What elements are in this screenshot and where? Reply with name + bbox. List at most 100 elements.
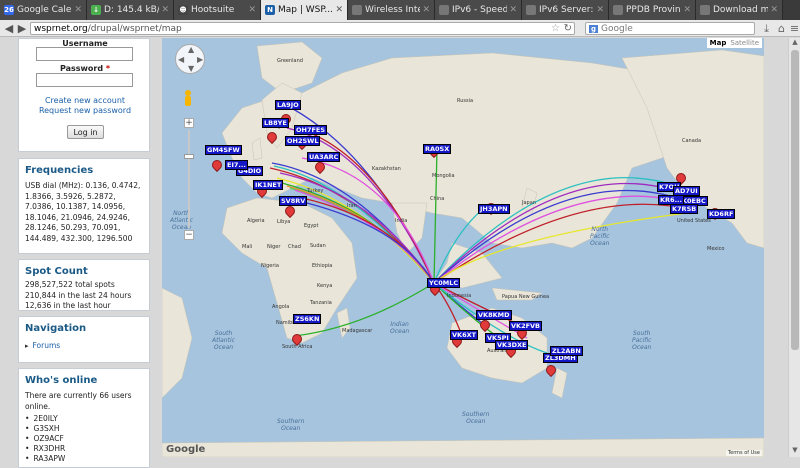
username-input[interactable] <box>36 47 133 61</box>
country-label: Kazakhstan <box>372 166 401 172</box>
country-label: Niger <box>267 244 281 250</box>
station-label[interactable]: KR6... <box>658 195 684 205</box>
tab-title: IPv6 Server: W... <box>539 5 594 15</box>
station-marker[interactable] <box>285 206 293 214</box>
online-user[interactable]: RX3DHR <box>25 444 143 454</box>
google-logo: Google <box>166 444 206 455</box>
station-label[interactable]: VK3DXE <box>495 340 529 350</box>
terms-of-use-link[interactable]: Terms of Use <box>725 450 762 456</box>
country-label: Tanzania <box>310 300 332 306</box>
station-label[interactable]: UA3ARC <box>307 152 341 162</box>
scrollbar-thumb[interactable] <box>791 50 799 350</box>
reload-icon[interactable]: ↻ <box>564 23 572 34</box>
tab-ipv6-speedy[interactable]: IPv6 - Speedy... ✕ <box>435 0 522 20</box>
tab-download-mu[interactable]: Download mu... ✕ <box>696 0 783 20</box>
station-marker[interactable] <box>267 132 275 140</box>
station-label[interactable]: LA9JO <box>275 100 301 110</box>
station-marker[interactable] <box>480 320 488 328</box>
back-icon[interactable]: ◀ <box>2 22 16 35</box>
address-bar[interactable]: wsprnet.org/drupal/wsprnet/map ☆ ↻ <box>30 22 575 35</box>
close-icon[interactable]: ✕ <box>248 5 256 15</box>
station-label[interactable]: LB8YE <box>262 118 289 128</box>
pan-control[interactable]: ▲ ▼ ◀ ▶ <box>175 44 205 74</box>
tab-title: Google Calendar <box>17 5 72 15</box>
station-label[interactable]: GM4SFW <box>205 145 242 155</box>
close-icon[interactable]: ✕ <box>335 5 343 15</box>
create-account-link[interactable]: Create new account <box>19 96 151 105</box>
station-label-center[interactable]: YC0MLC <box>427 278 461 288</box>
map-type-control[interactable]: Map Satellite <box>706 38 762 48</box>
pan-left-icon[interactable]: ◀ <box>178 55 184 64</box>
street-view-pegman-icon[interactable] <box>184 90 192 108</box>
tab-ppdb[interactable]: PPDB Provinsi... ✕ <box>609 0 696 20</box>
country-label: Papua New Guinea <box>502 294 550 300</box>
search-box[interactable]: g Google <box>585 22 755 35</box>
zoom-slider-thumb[interactable] <box>184 154 194 159</box>
station-label[interactable]: OH2SWL <box>285 136 321 146</box>
tab-wireless[interactable]: Wireless Inter... ✕ <box>348 0 435 20</box>
tab-ipv6-server[interactable]: IPv6 Server: W... ✕ <box>522 0 609 20</box>
scroll-up-icon[interactable]: ▲ <box>790 38 800 48</box>
request-password-link[interactable]: Request new password <box>19 106 151 115</box>
station-label[interactable]: SV8RV <box>279 196 308 206</box>
pan-right-icon[interactable]: ▶ <box>197 55 203 64</box>
station-label[interactable]: OH7FES <box>294 125 328 135</box>
bookmark-star-icon[interactable]: ☆ <box>551 23 560 34</box>
station-marker[interactable] <box>546 365 554 373</box>
navigation-title: Navigation <box>25 323 87 334</box>
propagation-map[interactable]: North Atlantic Ocean South Atlantic Ocea… <box>162 38 764 457</box>
station-label[interactable]: JH3APN <box>478 204 510 214</box>
close-icon[interactable]: ✕ <box>770 5 778 15</box>
online-user[interactable]: 2E0ILY <box>25 414 143 424</box>
scroll-down-icon[interactable]: ▼ <box>790 446 800 456</box>
tab-wsprnet-map[interactable]: N Map | WSP... ✕ <box>261 0 348 20</box>
close-icon[interactable]: ✕ <box>596 5 604 15</box>
station-label[interactable]: ZL2ABN <box>550 346 583 356</box>
zoom-in-icon[interactable]: + <box>184 118 194 128</box>
menu-icon[interactable]: ≡ <box>788 22 800 35</box>
zoom-out-icon[interactable]: − <box>184 230 194 240</box>
pan-up-icon[interactable]: ▲ <box>188 45 194 54</box>
country-label: Iran <box>347 203 357 209</box>
sidebar: Username Password * Create new account R… <box>18 38 151 468</box>
maptype-satellite[interactable]: Satellite <box>730 39 759 47</box>
station-label[interactable]: IK1NET <box>253 180 284 190</box>
close-icon[interactable]: ✕ <box>74 5 82 15</box>
password-input[interactable] <box>36 73 133 87</box>
country-label: Mexico <box>707 246 725 252</box>
forums-link[interactable]: Forums <box>19 337 149 354</box>
station-marker[interactable] <box>292 334 300 342</box>
station-label[interactable]: K7RSB <box>670 204 699 214</box>
station-label[interactable]: KD6RF <box>707 209 736 219</box>
close-icon[interactable]: ✕ <box>422 5 430 15</box>
country-label: United States <box>677 218 711 224</box>
online-user[interactable]: G3SXH <box>25 424 143 434</box>
station-label[interactable]: RA0SX <box>423 144 452 154</box>
close-icon[interactable]: ✕ <box>161 5 169 15</box>
station-marker[interactable] <box>212 160 220 168</box>
tab-google-calendar[interactable]: 26 Google Calendar ✕ <box>0 0 87 20</box>
online-user[interactable]: RA3APW <box>25 454 143 464</box>
station-marker[interactable] <box>676 173 684 181</box>
close-icon[interactable]: ✕ <box>683 5 691 15</box>
page-icon <box>526 5 536 15</box>
station-label[interactable]: VK8KMD <box>476 310 512 320</box>
online-user[interactable]: OZ9ACF <box>25 434 143 444</box>
forward-icon[interactable]: ▶ <box>15 22 29 35</box>
login-button[interactable]: Log in <box>67 125 104 139</box>
close-icon[interactable]: ✕ <box>509 5 517 15</box>
station-label[interactable]: VK6XT <box>450 330 479 340</box>
tab-download[interactable]: ↓ D: 145.4 kB/s ... ✕ <box>87 0 174 20</box>
station-marker[interactable] <box>315 162 323 170</box>
station-label[interactable]: VK2FVB <box>509 321 543 331</box>
zoom-track[interactable] <box>188 130 190 228</box>
maptype-map[interactable]: Map <box>710 39 727 47</box>
zoom-control[interactable]: + − <box>184 118 194 242</box>
station-label[interactable]: ZS6KN <box>293 314 322 324</box>
station-label[interactable]: EI7... <box>225 160 248 170</box>
pan-down-icon[interactable]: ▼ <box>188 64 194 73</box>
home-icon[interactable]: ⌂ <box>775 22 788 35</box>
tab-hootsuite[interactable]: ☻ Hootsuite ✕ <box>174 0 261 20</box>
download-icon[interactable]: ⤓ <box>760 22 773 35</box>
page-scrollbar[interactable]: ▲ ▼ <box>788 38 800 457</box>
